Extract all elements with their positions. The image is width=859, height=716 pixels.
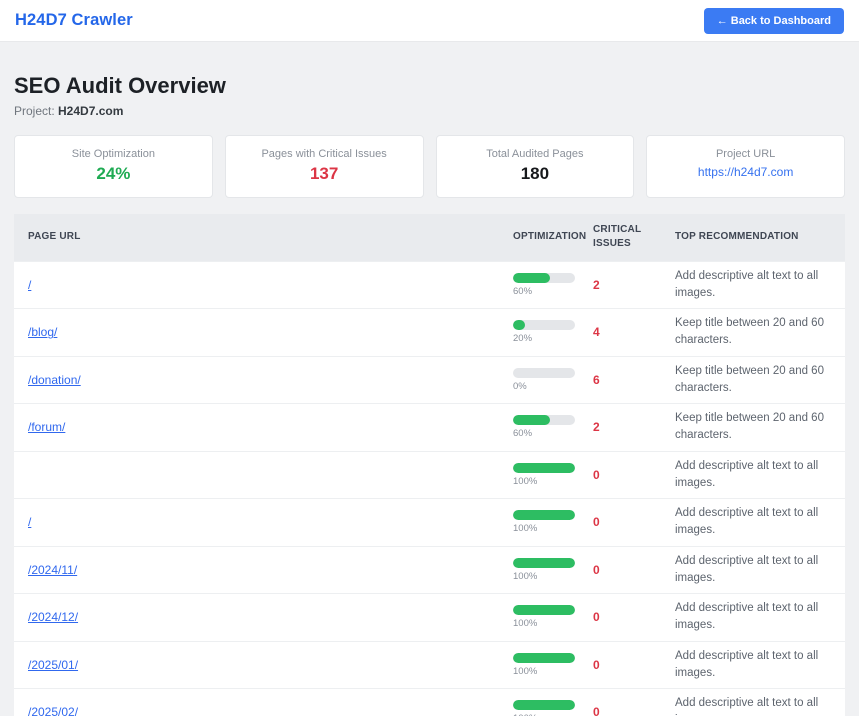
stat-card-project-url: Project URL https://h24d7.com <box>646 135 845 198</box>
page-url-link[interactable]: /2025/01/ <box>28 658 78 672</box>
stat-value-critical-pages: 137 <box>234 164 415 184</box>
stat-label: Project URL <box>655 147 836 161</box>
project-url-link[interactable]: https://h24d7.com <box>698 165 793 179</box>
optimization-progress-bar <box>513 700 575 710</box>
optimization-progress-bar <box>513 320 575 330</box>
top-recommendation-text: Add descriptive alt text to all images. <box>675 505 831 540</box>
optimization-progress-bar <box>513 463 575 473</box>
top-recommendation-text: Add descriptive alt text to all images. <box>675 458 831 493</box>
project-subtitle: Project: H24D7.com <box>14 104 845 118</box>
top-recommendation-text: Add descriptive alt text to all images. <box>675 648 831 683</box>
critical-issues-count: 0 <box>593 658 600 672</box>
optimization-progress-fill <box>513 653 575 663</box>
critical-issues-count: 0 <box>593 705 600 716</box>
column-header-top-recommendation: Top Recommendation <box>675 214 845 262</box>
table-row: /blog/ 20% 4 Keep title between 20 and 6… <box>14 309 845 357</box>
optimization-progress-fill <box>513 273 550 283</box>
table-row: /2025/01/ 100% 0 Add descriptive alt tex… <box>14 641 845 689</box>
table-row: /2024/11/ 100% 0 Add descriptive alt tex… <box>14 546 845 594</box>
critical-issues-count: 4 <box>593 325 600 339</box>
optimization-percent-label: 60% <box>513 286 579 297</box>
table-row: / 100% 0 Add descriptive alt text to all… <box>14 499 845 547</box>
stat-card-critical-pages: Pages with Critical Issues 137 <box>225 135 424 198</box>
page-url-link[interactable]: / <box>28 515 31 529</box>
stat-value-total-pages: 180 <box>445 164 626 184</box>
optimization-percent-label: 100% <box>513 666 579 677</box>
content-area: SEO Audit Overview Project: H24D7.com Si… <box>0 42 859 716</box>
top-recommendation-text: Keep title between 20 and 60 characters. <box>675 410 831 445</box>
optimization-progress-fill <box>513 320 525 330</box>
stat-card-site-optimization: Site Optimization 24% <box>14 135 213 198</box>
table-row: 100% 0 Add descriptive alt text to all i… <box>14 451 845 499</box>
optimization-progress-bar <box>513 558 575 568</box>
audit-table: Page URL Optimization Critical Issues To… <box>14 214 845 716</box>
column-header-page-url: Page URL <box>14 214 513 262</box>
optimization-progress-fill <box>513 700 575 710</box>
page-title: SEO Audit Overview <box>14 73 845 99</box>
stat-card-total-pages: Total Audited Pages 180 <box>436 135 635 198</box>
project-label: Project: <box>14 104 58 118</box>
top-recommendation-text: Keep title between 20 and 60 characters. <box>675 315 831 350</box>
critical-issues-count: 0 <box>593 563 600 577</box>
critical-issues-count: 2 <box>593 278 600 292</box>
optimization-percent-label: 100% <box>513 571 579 582</box>
page-url-link[interactable]: /donation/ <box>28 373 81 387</box>
table-row: /donation/ 0% 6 Keep title between 20 an… <box>14 356 845 404</box>
stat-label: Site Optimization <box>23 147 204 161</box>
optimization-progress-bar <box>513 415 575 425</box>
table-row: / 60% 2 Add descriptive alt text to all … <box>14 261 845 309</box>
app-brand[interactable]: H24D7 Crawler <box>15 11 133 30</box>
optimization-progress-bar <box>513 653 575 663</box>
top-recommendation-text: Add descriptive alt text to all images. <box>675 600 831 635</box>
project-name: H24D7.com <box>58 104 123 118</box>
page-url-link[interactable]: /blog/ <box>28 325 57 339</box>
back-to-dashboard-button[interactable]: ← Back to Dashboard <box>704 8 844 34</box>
optimization-progress-fill <box>513 415 550 425</box>
optimization-percent-label: 100% <box>513 476 579 487</box>
optimization-progress-fill <box>513 463 575 473</box>
stat-value-optimization: 24% <box>23 164 204 184</box>
page-url-link[interactable]: /2025/02/ <box>28 705 78 716</box>
optimization-percent-label: 20% <box>513 333 579 344</box>
critical-issues-count: 6 <box>593 373 600 387</box>
top-recommendation-text: Add descriptive alt text to all images. <box>675 553 831 588</box>
optimization-percent-label: 60% <box>513 428 579 439</box>
optimization-progress-bar <box>513 273 575 283</box>
top-recommendation-text: Add descriptive alt text to all images. <box>675 695 831 716</box>
optimization-progress-bar <box>513 605 575 615</box>
top-navbar: H24D7 Crawler ← Back to Dashboard <box>0 0 859 42</box>
stat-label: Total Audited Pages <box>445 147 626 161</box>
top-recommendation-text: Add descriptive alt text to all images. <box>675 268 831 303</box>
critical-issues-count: 0 <box>593 610 600 624</box>
optimization-progress-fill <box>513 605 575 615</box>
optimization-progress-fill <box>513 558 575 568</box>
critical-issues-count: 0 <box>593 515 600 529</box>
optimization-progress-bar <box>513 368 575 378</box>
stats-row: Site Optimization 24% Pages with Critica… <box>14 135 845 198</box>
page-url-link[interactable]: / <box>28 278 31 292</box>
column-header-critical-issues: Critical Issues <box>593 214 675 262</box>
stat-label: Pages with Critical Issues <box>234 147 415 161</box>
optimization-percent-label: 100% <box>513 523 579 534</box>
optimization-progress-bar <box>513 510 575 520</box>
audit-table-container: Page URL Optimization Critical Issues To… <box>14 214 845 716</box>
top-recommendation-text: Keep title between 20 and 60 characters. <box>675 363 831 398</box>
table-header-row: Page URL Optimization Critical Issues To… <box>14 214 845 262</box>
page-url-link[interactable]: /forum/ <box>28 420 65 434</box>
critical-issues-count: 2 <box>593 420 600 434</box>
critical-issues-count: 0 <box>593 468 600 482</box>
optimization-progress-fill <box>513 510 575 520</box>
table-row: /2025/02/ 100% 0 Add descriptive alt tex… <box>14 689 845 716</box>
page-url-link[interactable]: /2024/12/ <box>28 610 78 624</box>
table-row: /2024/12/ 100% 0 Add descriptive alt tex… <box>14 594 845 642</box>
optimization-percent-label: 100% <box>513 618 579 629</box>
table-row: /forum/ 60% 2 Keep title between 20 and … <box>14 404 845 452</box>
page-url-link[interactable]: /2024/11/ <box>28 563 77 577</box>
column-header-optimization: Optimization <box>513 214 593 262</box>
optimization-percent-label: 0% <box>513 381 579 392</box>
